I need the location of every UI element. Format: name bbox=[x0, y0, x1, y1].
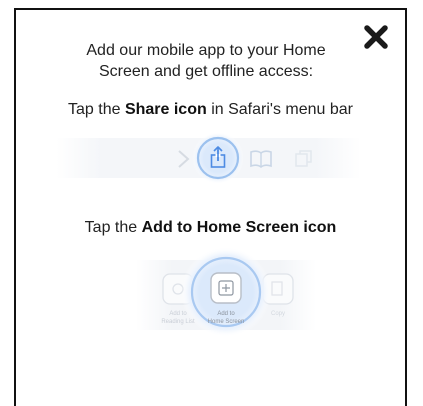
sheet-center-label-2: Home Screen bbox=[208, 319, 245, 325]
step-share-instruction: Tap the Share icon in Safari's menu bar bbox=[16, 101, 405, 119]
intro-line-2: Screen and get offline access: bbox=[98, 63, 314, 80]
step1-suffix: in Safari's menu bar bbox=[206, 101, 353, 118]
sheet-left-label-2: Reading List bbox=[161, 319, 195, 325]
close-icon[interactable] bbox=[363, 24, 389, 50]
sheet-left-label-1: Add to bbox=[169, 311, 187, 317]
step-add-home-instruction: Tap the Add to Home Screen icon bbox=[16, 219, 405, 237]
step2-bold: Add to Home Screen icon bbox=[141, 219, 337, 236]
sheet-center-label-1: Add to bbox=[217, 311, 235, 317]
step1-bold: Share icon bbox=[124, 101, 207, 118]
step2-prefix: Tap the bbox=[84, 219, 142, 236]
safari-toolbar-illustration bbox=[56, 132, 361, 184]
intro-text: Add our mobile app to your Home Screen a… bbox=[46, 40, 366, 82]
share-sheet-illustration: Add to Reading List Add to Home Screen C… bbox=[136, 248, 316, 337]
intro-line-1: Add our mobile app to your Home bbox=[86, 42, 326, 59]
sheet-right-label: Copy bbox=[271, 311, 285, 317]
install-app-modal: Add our mobile app to your Home Screen a… bbox=[14, 8, 407, 406]
step1-prefix: Tap the bbox=[68, 101, 125, 118]
